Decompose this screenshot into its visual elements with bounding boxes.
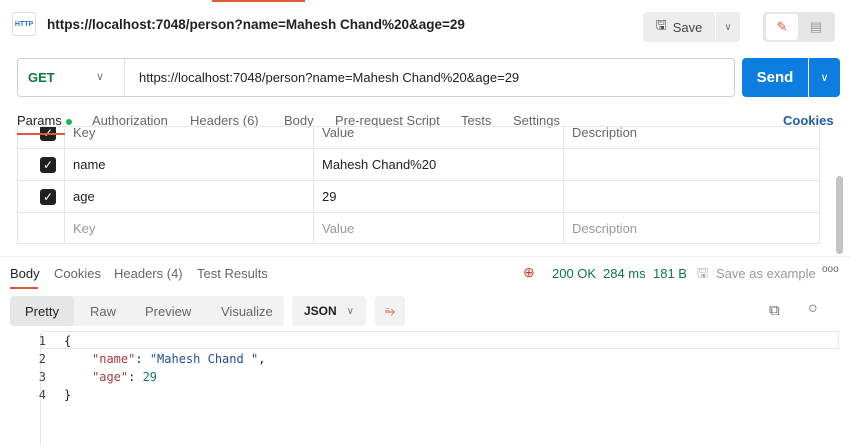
globe-warning-icon[interactable]: ⊕ [523, 264, 535, 281]
json-key: "age" [92, 370, 129, 384]
header-key: Key [64, 127, 313, 149]
header-value: Value [313, 127, 563, 149]
wrap-lines-icon[interactable]: ⥱ [375, 296, 405, 326]
chevron-down-icon[interactable]: ∨ [96, 70, 104, 83]
request-title[interactable]: https://localhost:7048/person?name=Mahes… [47, 17, 465, 32]
format-label: JSON [303, 304, 337, 318]
json-key: "name" [92, 352, 136, 366]
documentation-icon[interactable]: ▤ [801, 14, 831, 40]
save-options-button[interactable]: ∨ [716, 12, 740, 42]
active-line-highlight [41, 331, 839, 349]
code-line: "name": "Mahesh Chand ", [92, 352, 266, 366]
param-key[interactable]: age [64, 181, 313, 213]
param-value[interactable]: Mahesh Chand%20 [313, 149, 563, 181]
row-checkbox[interactable]: ✓ [40, 157, 56, 173]
table-row-new: Key Value Description [18, 213, 819, 243]
format-select[interactable]: JSON ∨ [292, 296, 366, 326]
line-number: 2 [38, 352, 46, 366]
pretty-label: Pretty [25, 303, 59, 319]
param-description[interactable] [563, 181, 819, 213]
line-number: 1 [38, 334, 46, 348]
response-time[interactable]: 284 ms [603, 266, 646, 281]
response-tab-cookies[interactable]: Cookies [54, 266, 101, 281]
response-body[interactable] [40, 333, 839, 445]
active-tab-indicator [212, 0, 305, 2]
http-icon: HTTP [12, 12, 36, 36]
divider [124, 59, 125, 96]
header-description: Description [563, 127, 723, 149]
response-tab-headers[interactable]: Headers (4) [114, 266, 183, 281]
divider [0, 256, 850, 257]
url-input[interactable]: https://localhost:7048/person?name=Mahes… [139, 70, 519, 85]
params-table: ✓ Key Value Description ✓ name Mahesh Ch… [17, 126, 820, 244]
json-value: "Mahesh Chand " [149, 352, 259, 366]
save-icon: 🖫 [655, 17, 667, 32]
view-mode-preview[interactable]: Preview [145, 304, 191, 319]
send-options-button[interactable]: ∨ [809, 58, 840, 97]
save-label: Save [672, 19, 703, 35]
response-tab-body[interactable]: Body [10, 266, 40, 281]
response-size[interactable]: 181 B [653, 266, 687, 281]
more-options-icon[interactable]: ooo [822, 264, 839, 275]
param-description[interactable] [563, 149, 819, 181]
json-value: 29 [142, 370, 158, 384]
code-line: { [64, 334, 72, 348]
copy-icon[interactable]: ⧉ [769, 302, 780, 319]
scrollbar[interactable] [836, 176, 843, 254]
save-icon: 🖫 [697, 265, 709, 280]
save-button[interactable]: 🖫 Save [643, 12, 715, 42]
param-key[interactable]: name [64, 149, 313, 181]
send-button[interactable]: Send [742, 58, 808, 97]
table-row: ✓ age 29 [18, 181, 819, 213]
line-number: 4 [38, 388, 46, 402]
chevron-down-icon: ∨ [346, 305, 354, 317]
view-mode-visualize[interactable]: Visualize [221, 304, 273, 319]
new-key-input[interactable]: Key [64, 213, 313, 243]
row-checkbox[interactable]: ✓ [40, 189, 56, 205]
view-mode-pretty[interactable]: Pretty [10, 296, 74, 326]
search-icon[interactable]: ○ [808, 300, 818, 318]
code-line: } [64, 388, 72, 402]
params-tab-underline [17, 133, 65, 135]
status-code[interactable]: 200 OK [552, 266, 596, 281]
new-description-input[interactable]: Description [563, 213, 819, 243]
body-tab-underline [10, 287, 38, 289]
table-header-row: ✓ Key Value Description [18, 127, 819, 149]
table-row: ✓ name Mahesh Chand%20 [18, 149, 819, 181]
pencil-icon[interactable]: ✎ [766, 14, 798, 40]
param-value[interactable]: 29 [313, 181, 563, 213]
code-line: "age": 29 [92, 370, 158, 384]
new-value-input[interactable]: Value [313, 213, 563, 243]
save-as-example-button[interactable]: Save as example [716, 266, 816, 281]
method-select[interactable]: GET [28, 70, 55, 85]
response-tab-test-results[interactable]: Test Results [197, 266, 268, 281]
params-indicator-dot [65, 118, 72, 125]
view-mode-raw[interactable]: Raw [90, 304, 116, 319]
line-number: 3 [38, 370, 46, 384]
